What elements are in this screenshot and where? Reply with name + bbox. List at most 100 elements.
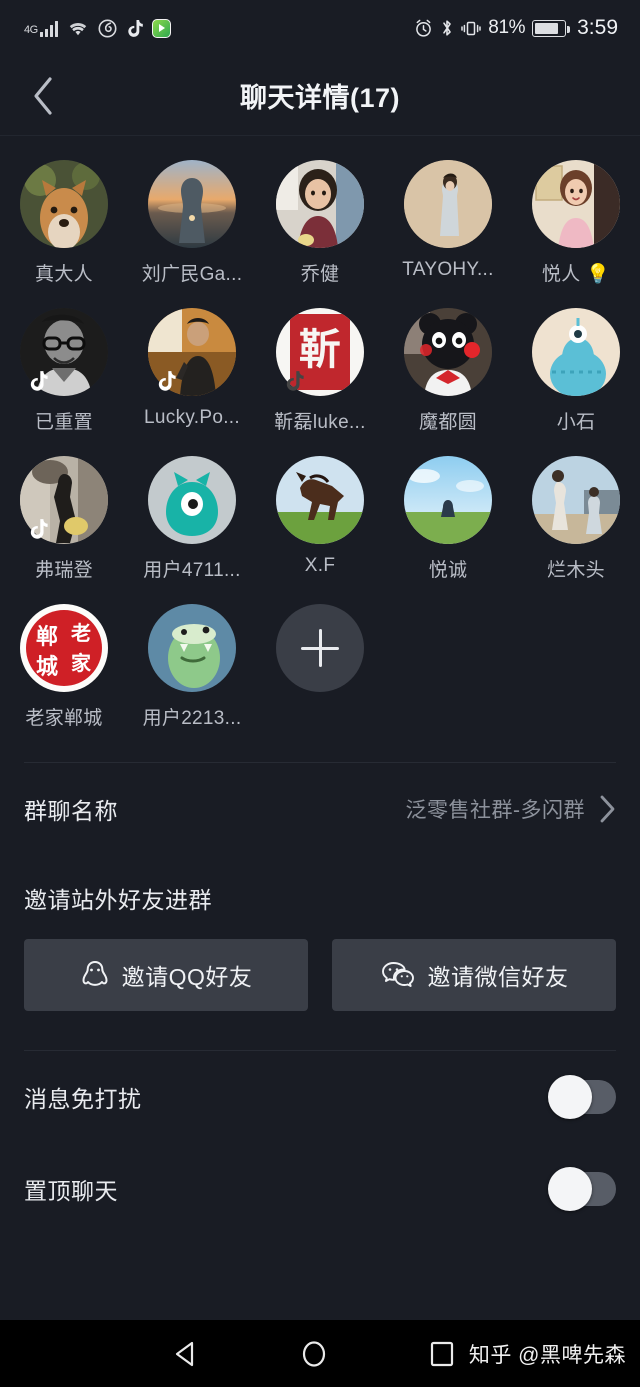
back-button[interactable] [18, 71, 68, 121]
invite-wechat-button[interactable]: 邀请微信好友 [332, 939, 616, 1011]
member-item[interactable]: Lucky.Po... [128, 308, 256, 434]
member-name: 用户4711... [143, 560, 241, 581]
member-item[interactable]: 用户2213... [128, 604, 256, 730]
chevron-left-icon [34, 76, 52, 115]
triangle-back-icon [175, 1341, 194, 1366]
tiktok-badge-icon [28, 518, 48, 540]
group-name-row[interactable]: 群聊名称 泛零售社群-多闪群 [0, 763, 640, 855]
member-name: 真大人 [35, 264, 93, 285]
chevron-right-icon [600, 795, 615, 823]
avatar-wrap[interactable] [404, 160, 492, 248]
svg-text:老: 老 [71, 621, 91, 645]
avatar [404, 456, 492, 544]
avatar-wrap[interactable] [148, 604, 236, 692]
watermark-label: 知乎 @黑啤先森 [468, 1343, 626, 1367]
plus-icon[interactable] [276, 604, 364, 692]
nav-home-button[interactable] [250, 1339, 378, 1369]
battery-icon [532, 19, 571, 37]
avatar [148, 160, 236, 248]
member-name: 魔都圆 [419, 412, 477, 433]
avatar-wrap[interactable] [276, 160, 364, 248]
avatar-wrap[interactable] [532, 456, 620, 544]
video-app-icon [151, 18, 171, 38]
member-item[interactable]: 乔健 [256, 160, 384, 286]
tiktok-badge-icon [284, 370, 304, 392]
setting-label: 消息免打扰 [24, 1086, 142, 1112]
svg-text:郸: 郸 [36, 624, 58, 650]
pin-chat-toggle[interactable] [548, 1167, 616, 1211]
member-item[interactable]: 用户4711... [128, 456, 256, 582]
avatar [532, 456, 620, 544]
avatar-wrap[interactable] [404, 456, 492, 544]
netease-music-icon [98, 19, 117, 38]
avatar-wrap[interactable] [20, 456, 108, 544]
member-name: 小石 [556, 412, 596, 433]
member-item[interactable]: 真大人 [0, 160, 128, 286]
invite-buttons: 邀请QQ好友 邀请微信好友 [0, 915, 640, 1011]
avatar-wrap[interactable] [148, 308, 236, 396]
invite-section-title: 邀请站外好友进群 [24, 887, 212, 913]
avatar: 郸老城家 [20, 604, 108, 692]
member-name: 乔健 [300, 264, 340, 285]
avatar [148, 456, 236, 544]
group-name-label: 群聊名称 [24, 798, 118, 824]
bluetooth-icon [440, 18, 454, 38]
avatar [148, 604, 236, 692]
member-item[interactable]: 弗瑞登 [0, 456, 128, 582]
member-item[interactable]: 已重置 [0, 308, 128, 434]
member-item[interactable]: 烂木头 [512, 456, 640, 582]
member-item[interactable]: X.F [256, 456, 384, 582]
avatar-wrap[interactable]: 靳 [276, 308, 364, 396]
vibrate-icon [461, 19, 482, 38]
avatar [404, 160, 492, 248]
avatar-wrap[interactable] [276, 456, 364, 544]
avatar-wrap[interactable]: 郸老城家 [20, 604, 108, 692]
group-name-right: 泛零售社群-多闪群 [406, 794, 617, 824]
avatar-wrap[interactable] [148, 456, 236, 544]
wechat-icon [381, 962, 414, 987]
member-item[interactable]: 悦诚 [384, 456, 512, 582]
setting-row-pin-chat[interactable]: 置顶聊天 [0, 1143, 640, 1235]
avatar-wrap[interactable] [20, 160, 108, 248]
tiktok-badge-icon [156, 370, 176, 392]
avatar [404, 308, 492, 396]
member-item[interactable]: TAYOHY... [384, 160, 512, 286]
status-bar: 4G 81% 3:59 [0, 0, 640, 56]
status-bar-left: 4G [24, 18, 171, 38]
svg-text:家: 家 [71, 651, 92, 675]
nav-back-button[interactable] [122, 1339, 250, 1369]
member-name: 弗瑞登 [35, 560, 93, 581]
add-member-button[interactable] [256, 604, 384, 730]
avatar-wrap[interactable] [532, 160, 620, 248]
do-not-disturb-toggle[interactable] [548, 1075, 616, 1119]
member-name: 悦诚 [428, 560, 468, 581]
signal-bars-icon [39, 20, 58, 37]
member-name: 已重置 [35, 412, 93, 433]
avatar-wrap[interactable] [148, 160, 236, 248]
status-bar-right: 81% 3:59 [414, 16, 618, 40]
member-name: 烂木头 [547, 560, 605, 581]
member-item[interactable]: 魔都圆 [384, 308, 512, 434]
battery-percent-label: 81% [488, 17, 526, 38]
member-name: 用户2213... [142, 708, 242, 729]
member-grid: 真大人 刘广民Ga... 乔健 TAYOHY... 悦人 💡 已重置 Lucky… [0, 136, 640, 762]
wifi-icon [67, 20, 89, 37]
tiktok-icon [126, 19, 143, 38]
avatar-wrap[interactable] [532, 308, 620, 396]
avatar-wrap[interactable] [20, 308, 108, 396]
member-name: 悦人 💡 [541, 264, 611, 285]
invite-qq-button[interactable]: 邀请QQ好友 [24, 939, 308, 1011]
member-name: X.F [304, 555, 336, 576]
member-item[interactable]: 悦人 💡 [512, 160, 640, 286]
member-item[interactable]: 刘广民Ga... [128, 160, 256, 286]
svg-text:城: 城 [36, 654, 58, 680]
member-item[interactable]: 小石 [512, 308, 640, 434]
avatar [20, 160, 108, 248]
member-item[interactable]: 靳 靳磊luke... [256, 308, 384, 434]
svg-text:靳: 靳 [299, 325, 341, 374]
setting-row-do-not-disturb[interactable]: 消息免打扰 [0, 1051, 640, 1143]
system-nav-bar: 知乎 @黑啤先森 [0, 1320, 640, 1387]
avatar-wrap[interactable] [404, 308, 492, 396]
circle-home-icon [302, 1340, 326, 1367]
member-item[interactable]: 郸老城家 老家郸城 [0, 604, 128, 730]
